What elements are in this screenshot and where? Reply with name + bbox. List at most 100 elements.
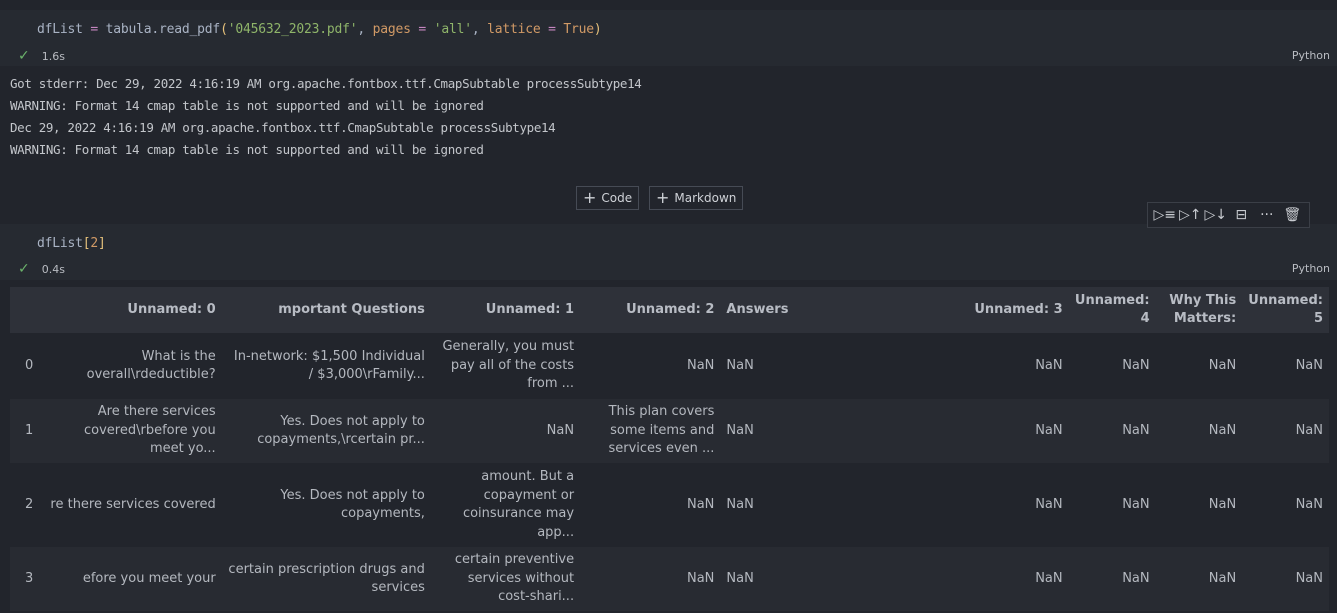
table-cell: This plan covers some items and services… — [580, 399, 721, 463]
language-label[interactable]: Python — [1292, 49, 1330, 62]
code-token: lattice — [487, 22, 541, 37]
table-cell: NaN — [1155, 547, 1243, 611]
table-row: 0 What is the overall\rdeductible? In-netw… — [10, 333, 1329, 399]
table-cell: What is the overall\rdeductible? — [43, 333, 222, 399]
table-cell: re there services covered — [43, 463, 222, 547]
table-cell: NaN — [1155, 463, 1243, 547]
code-token: = — [418, 22, 427, 37]
table-cell: NaN — [1155, 333, 1243, 399]
run-above-icon[interactable]: ▷↑ — [1179, 207, 1202, 223]
table-cell: NaN — [1068, 333, 1156, 399]
table-cell: NaN — [720, 399, 795, 463]
column-header: Unnamed: 0 — [43, 287, 222, 333]
table-cell: Are there services covered\rbefore you m… — [43, 399, 222, 463]
table-cell: certain prescription drugs and services — [221, 547, 431, 611]
table-cell: certain preventive services without cost… — [430, 547, 581, 611]
check-icon: ✓ — [18, 48, 30, 64]
table-cell: Yes. Does not apply to copayments, — [221, 463, 431, 547]
code-token: '045632_2023.pdf' — [227, 22, 358, 37]
table-cell: NaN — [720, 463, 795, 547]
table-cell: NaN — [794, 399, 1069, 463]
table-cell: NaN — [430, 399, 581, 463]
execution-status: ✓ 0.4s — [18, 261, 65, 277]
add-code-cell-button[interactable]: + Code — [576, 186, 640, 210]
code-token: ] — [98, 236, 106, 251]
code-cell-2-source[interactable]: dfList[2] — [37, 236, 106, 251]
dataframe-table: Unnamed: 0 mportant Questions Unnamed: 1… — [10, 287, 1329, 611]
cell-toolbar: ▷≡ ▷↑ ▷↓ ⊟ ··· 🗑 — [1147, 202, 1310, 228]
row-index: 0 — [10, 333, 44, 399]
column-header: Unnamed: 4 — [1068, 287, 1156, 333]
stderr-line: Got stderr: Dec 29, 2022 4:16:19 AM org.… — [10, 76, 642, 91]
code-token: True — [563, 22, 594, 37]
table-cell: Generally, you must pay all of the costs… — [430, 333, 581, 399]
column-header: Unnamed: 5 — [1242, 287, 1329, 333]
code-token: tabula.read_pdf — [98, 22, 221, 37]
table-cell: Yes. Does not apply to copayments,\rcert… — [221, 399, 431, 463]
code-token: = — [90, 22, 99, 37]
code-cell-2[interactable]: dfList[2] ✓ 0.4s Python — [0, 224, 1337, 280]
table-cell: efore you meet your — [43, 547, 222, 611]
stderr-line: WARNING: Format 14 cmap table is not sup… — [10, 142, 484, 157]
column-header: Why This Matters: — [1155, 287, 1243, 333]
plus-icon: + — [583, 188, 597, 207]
code-token: 'all' — [433, 22, 472, 37]
execution-time: 0.4s — [41, 262, 65, 276]
table-cell: NaN — [1068, 399, 1156, 463]
code-token: , — [357, 22, 373, 37]
row-index: 1 — [10, 399, 44, 463]
stderr-line: WARNING: Format 14 cmap table is not sup… — [10, 98, 484, 113]
run-below-icon[interactable]: ▷↓ — [1205, 207, 1228, 223]
language-label[interactable]: Python — [1292, 262, 1330, 275]
execution-status: ✓ 1.6s — [18, 48, 65, 64]
table-cell: NaN — [580, 333, 721, 399]
column-header: mportant Questions — [221, 287, 431, 333]
check-icon: ✓ — [18, 261, 30, 277]
code-cell-1-source[interactable]: dfList = tabula.read_pdf('045632_2023.pd… — [37, 22, 602, 37]
column-header-index — [10, 287, 44, 333]
table-row: 2 re there services covered Yes. Does not … — [10, 463, 1329, 547]
table-cell: NaN — [720, 547, 795, 611]
table-header-row: Unnamed: 0 mportant Questions Unnamed: 1… — [10, 287, 1329, 333]
code-token: 2 — [90, 236, 99, 251]
code-token: ) — [593, 22, 602, 37]
more-actions-icon[interactable]: ··· — [1257, 207, 1277, 223]
table-cell: NaN — [580, 463, 721, 547]
code-token: , — [471, 22, 488, 37]
add-markdown-cell-button[interactable]: + Markdown — [649, 186, 744, 210]
delete-cell-icon[interactable]: 🗑 — [1282, 207, 1302, 223]
table-cell: NaN — [720, 333, 795, 399]
row-index: 3 — [10, 547, 44, 611]
code-token: dfList — [37, 22, 91, 37]
column-header: Unnamed: 3 — [794, 287, 1069, 333]
column-header: Unnamed: 2 — [580, 287, 721, 333]
column-header: Answers — [720, 287, 795, 333]
execution-time: 1.6s — [41, 49, 65, 63]
table-row: 1 Are there services covered\rbefore you … — [10, 399, 1329, 463]
table-cell: amount. But a copayment or coinsurance m… — [430, 463, 581, 547]
run-by-line-icon[interactable]: ▷≡ — [1154, 207, 1177, 223]
table-cell: In-network: $1,500 Individual / $3,000\r… — [221, 333, 431, 399]
table-cell: NaN — [1155, 399, 1243, 463]
code-token: = — [548, 22, 556, 37]
stderr-line: Dec 29, 2022 4:16:19 AM org.apache.fontb… — [10, 120, 556, 135]
code-token: ( — [220, 22, 228, 37]
table-cell: NaN — [1242, 547, 1329, 611]
add-markdown-label: Markdown — [674, 191, 737, 205]
table-cell: NaN — [794, 547, 1069, 611]
table-cell: NaN — [1242, 333, 1329, 399]
table-cell: NaN — [794, 463, 1069, 547]
column-header: Unnamed: 1 — [430, 287, 581, 333]
code-cell-1[interactable]: dfList = tabula.read_pdf('045632_2023.pd… — [0, 10, 1337, 66]
split-cell-icon[interactable]: ⊟ — [1231, 207, 1251, 223]
code-token: pages — [372, 22, 411, 37]
plus-icon: + — [656, 188, 670, 207]
table-cell: NaN — [1242, 463, 1329, 547]
add-code-label: Code — [601, 191, 633, 205]
table-cell: NaN — [1068, 547, 1156, 611]
table-cell: NaN — [1068, 463, 1156, 547]
table-cell: NaN — [580, 547, 721, 611]
table-row: 3 efore you meet your certain prescription… — [10, 547, 1329, 611]
